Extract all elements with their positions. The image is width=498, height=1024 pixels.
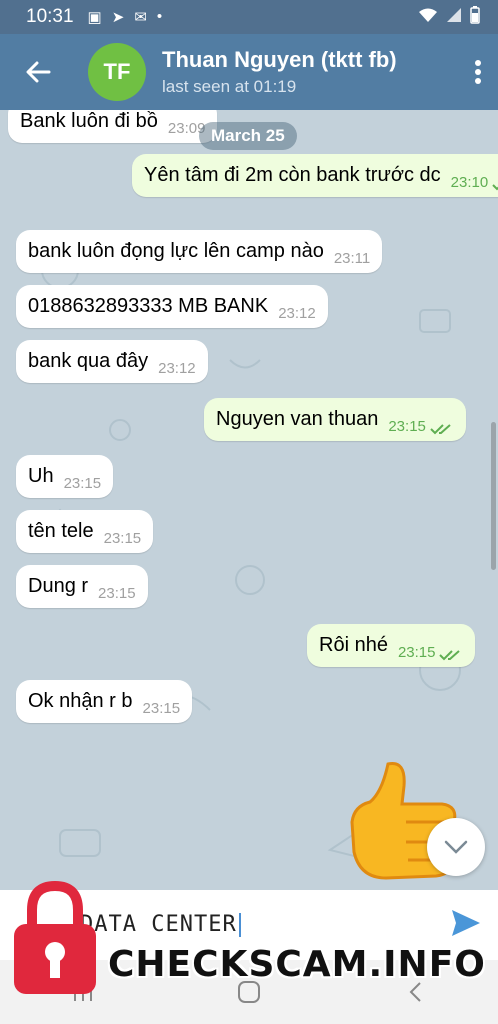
message-input[interactable]: DATA CENTER [80, 912, 241, 937]
message-text: tên tele [28, 520, 94, 542]
message-text: Uh [28, 465, 54, 487]
message-bubble[interactable]: Yên tâm đi 2m còn bank trước dc 23:10 [132, 154, 498, 197]
message-bubble[interactable]: Dung r 23:15 [16, 565, 148, 608]
gmail-icon: ✉ [134, 9, 147, 26]
message-bubble[interactable]: Rôi nhé 23:15 [307, 624, 476, 667]
double-check-icon [439, 650, 461, 661]
message-time: 23:15 [388, 418, 426, 435]
message-text: Rôi nhé [319, 634, 388, 656]
message-time: 23:15 [397, 644, 436, 661]
dot-icon: • [156, 8, 163, 25]
chevron-down-icon [444, 840, 468, 854]
avatar[interactable]: TF [88, 43, 146, 101]
message-time: 23:15 [103, 530, 142, 547]
notification-icons: ▣ ➤ ✉ • [88, 8, 163, 26]
message-bubble[interactable]: bank qua đây 23:12 [16, 340, 208, 383]
last-seen-status: last seen at 01:19 [162, 77, 297, 96]
date-separator: March 25 [199, 122, 297, 150]
message-text: bank qua đây [28, 350, 149, 372]
system-icons [418, 6, 480, 28]
wifi-icon [418, 7, 438, 27]
message-text: Dung r [28, 575, 89, 597]
status-bar: 10:31 ▣ ➤ ✉ • [0, 0, 498, 34]
scrollbar[interactable] [491, 422, 496, 570]
message-time: 23:10 [450, 174, 489, 191]
message-time: 23:11 [333, 250, 371, 267]
chat-title-block[interactable]: Thuan Nguyen (tktt fb) last seen at 01:1… [162, 47, 458, 97]
message-time: 23:12 [158, 360, 196, 377]
text-cursor [238, 913, 241, 937]
message-list[interactable]: Bank luôn đi bồ 23:09 March 25 Yên tâm đ… [0, 110, 498, 890]
message-text: Nguyen van thuan [216, 408, 379, 430]
back-button[interactable] [0, 34, 76, 110]
signal-icon [446, 7, 462, 27]
message-time: 23:15 [142, 700, 181, 717]
gallery-icon: ▣ [87, 9, 102, 26]
message-text: Yên tâm đi 2m còn bank trước dc [144, 164, 441, 186]
double-check-icon [430, 424, 451, 435]
message-time: 23:12 [278, 305, 316, 322]
telegram-icon: ➤ [111, 9, 125, 26]
message-text: 0188632893333 MB BANK [28, 295, 269, 317]
message-bubble[interactable]: bank luôn đọng lực lên camp nào 23:11 [16, 230, 383, 273]
send-icon [452, 910, 480, 936]
message-time: 23:15 [63, 475, 102, 492]
kebab-menu-icon [475, 60, 481, 84]
message-text: Ok nhận r b [28, 690, 133, 712]
send-button[interactable] [450, 908, 482, 943]
status-time: 10:31 [26, 6, 74, 27]
message-time: 23:15 [98, 585, 136, 602]
message-bubble[interactable]: Nguyen van thuan 23:15 [204, 398, 466, 441]
arrow-left-icon [26, 61, 51, 83]
message-bubble[interactable]: Ok nhận r b 23:15 [16, 680, 193, 723]
message-text: Bank luôn đi bồ [20, 110, 158, 132]
more-options-button[interactable] [458, 42, 498, 102]
avatar-initials: TF [103, 59, 131, 84]
message-bubble[interactable]: 0188632893333 MB BANK 23:12 [16, 285, 328, 328]
message-bubble[interactable]: Uh 23:15 [16, 455, 114, 498]
message-bubble[interactable]: Bank luôn đi bồ 23:09 [8, 110, 218, 143]
double-check-icon [492, 184, 498, 191]
scroll-down-button[interactable] [427, 818, 485, 876]
message-text: bank luôn đọng lực lên camp nào [28, 240, 324, 262]
message-bubble[interactable]: tên tele 23:15 [16, 510, 154, 553]
message-input-text: DATA CENTER [80, 912, 237, 937]
battery-icon [470, 6, 480, 28]
watermark-text: CHECKSCAM.INFO [108, 944, 486, 985]
chat-title: Thuan Nguyen (tktt fb) [162, 47, 397, 72]
lock-icon [14, 880, 96, 994]
chat-header: TF Thuan Nguyen (tktt fb) last seen at 0… [0, 34, 498, 110]
